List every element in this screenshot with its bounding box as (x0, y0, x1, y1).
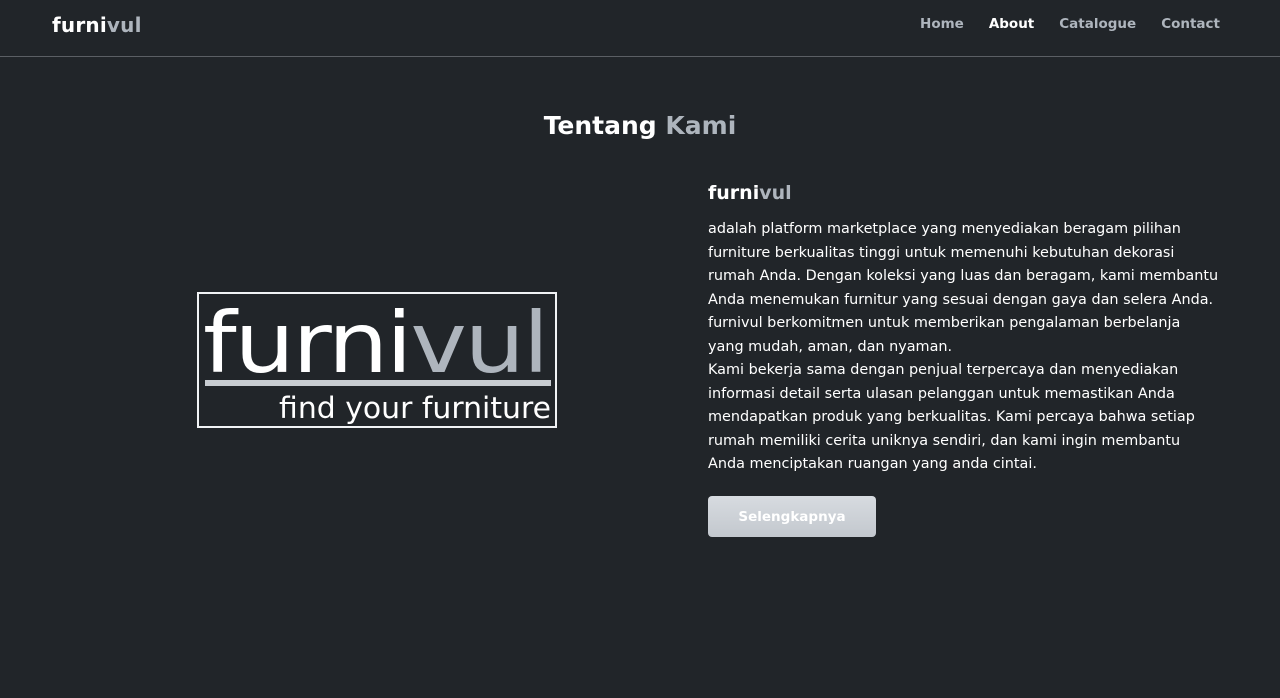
logo-image: furni vul find your furniture (197, 292, 557, 428)
about-brand-main: furni (708, 182, 760, 204)
brand-accent-text: vul (106, 13, 142, 37)
logo-word-main: furni (203, 294, 410, 392)
about-paragraph-2: Kami bekerja sama dengan penjual terperc… (708, 362, 1195, 472)
section-title-main: Tentang (543, 111, 657, 140)
brand-main-text: furni (52, 13, 107, 37)
logo-svg: furni vul find your furniture (203, 294, 551, 425)
section-title-accent: Kami (665, 111, 737, 140)
nav-link-contact[interactable]: Contact (1161, 16, 1220, 32)
logo-tagline: find your furniture (279, 391, 551, 425)
nav-link-home[interactable]: Home (920, 16, 964, 32)
nav-link-catalogue[interactable]: Catalogue (1059, 16, 1136, 32)
about-brand-heading: furnivul (708, 182, 792, 204)
brand-logo[interactable]: furnivul (52, 13, 142, 37)
nav-link-about[interactable]: About (989, 16, 1034, 32)
logo-underline (205, 380, 551, 386)
logo-word-accent: vul (410, 294, 547, 392)
nav-menu: Home About Catalogue Contact (920, 0, 1220, 48)
about-description: adalah platform marketplace yang menyedi… (708, 218, 1220, 477)
navbar: furnivul Home About Catalogue Contact (0, 0, 1280, 57)
about-brand-accent: vul (759, 182, 792, 204)
section-title: Tentang Kami (0, 111, 1280, 140)
read-more-button[interactable]: Selengkapnya (708, 496, 876, 537)
svg-text:furnivul: furni vul (203, 294, 547, 392)
about-paragraph-1: adalah platform marketplace yang menyedi… (708, 221, 1219, 355)
